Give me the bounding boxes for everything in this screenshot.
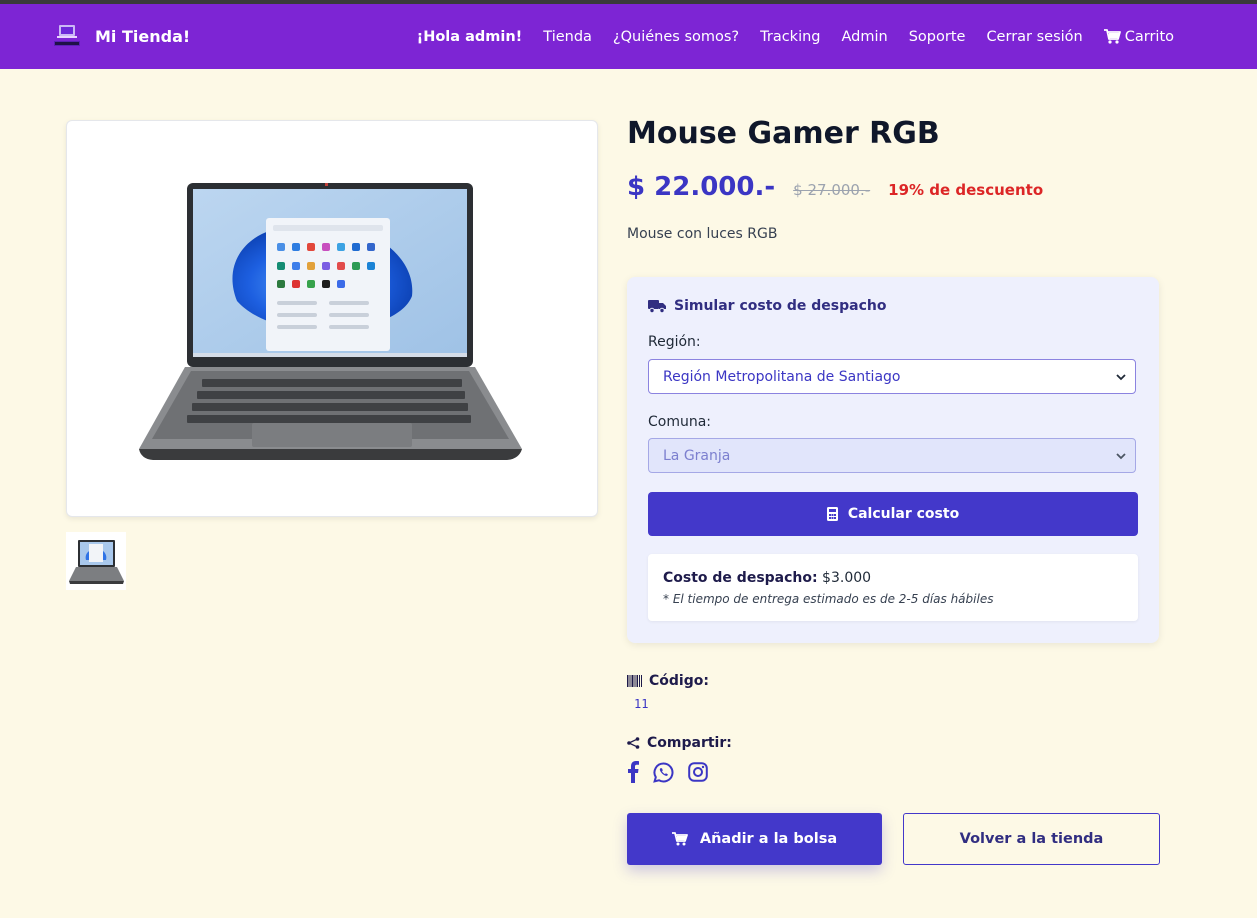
share-label: Compartir: [627, 735, 732, 751]
comuna-label: Comuna: [648, 414, 712, 430]
shipping-cost-value: $3.000 [817, 570, 872, 586]
brand-name[interactable]: Mi Tienda! [95, 27, 190, 46]
instagram-icon[interactable] [688, 762, 708, 782]
shipping-cost-label: Costo de despacho: [663, 570, 818, 586]
shipping-result: Costo de despacho: $3.000 * El tiempo de… [648, 554, 1138, 621]
truck-icon [648, 300, 666, 313]
nav-tracking[interactable]: Tracking [760, 29, 820, 45]
product-description: Mouse con luces RGB [627, 226, 778, 242]
product-price: $ 22.000.- [627, 172, 776, 202]
delivery-time-note: * El tiempo de entrega estimado es de 2-… [663, 592, 994, 606]
back-to-store-label: Volver a la tienda [959, 831, 1104, 847]
nav-cerrar-sesion[interactable]: Cerrar sesión [986, 29, 1082, 45]
cart-icon [1103, 29, 1121, 44]
laptop-thumbnail-image [69, 540, 124, 584]
nav-tienda[interactable]: Tienda [543, 29, 592, 45]
price-row: $ 22.000.- $ 27.000.- 19% de descuento [627, 172, 1043, 202]
nav-carrito-label: Carrito [1124, 28, 1174, 45]
laptop-image [139, 183, 522, 460]
share-icon [627, 737, 640, 749]
share-icons [627, 761, 708, 783]
nav-greeting[interactable]: ¡Hola admin! [417, 29, 523, 45]
discount-badge: 19% de descuento [888, 181, 1044, 199]
calculate-cost-button[interactable]: Calcular costo [648, 492, 1138, 536]
nav-carrito[interactable]: Carrito [1103, 28, 1174, 45]
shipping-simulator-title-text: Simular costo de despacho [674, 298, 887, 314]
cart-icon [671, 832, 688, 846]
nav-soporte[interactable]: Soporte [909, 29, 966, 45]
add-to-bag-label: Añadir a la bolsa [699, 831, 838, 847]
chevron-down-icon [1116, 453, 1126, 460]
calculator-icon [826, 507, 838, 521]
facebook-icon[interactable] [627, 761, 639, 783]
brand[interactable]: Mi Tienda! [53, 4, 190, 69]
shipping-cost-line: Costo de despacho: $3.000 [663, 570, 871, 586]
shipping-simulator-title: Simular costo de despacho [648, 298, 887, 314]
product-code-label: Código: [627, 673, 709, 689]
nav-admin[interactable]: Admin [842, 29, 888, 45]
product-code-label-text: Código: [649, 673, 709, 689]
back-to-store-button[interactable]: Volver a la tienda [903, 813, 1160, 865]
share-label-text: Compartir: [647, 735, 732, 751]
whatsapp-icon[interactable] [653, 761, 674, 783]
add-to-bag-button[interactable]: Añadir a la bolsa [627, 813, 882, 865]
product-main-image[interactable] [66, 120, 598, 517]
shipping-simulator-card: Simular costo de despacho Región: Región… [627, 277, 1159, 643]
comuna-select[interactable]: La Granja [648, 438, 1136, 473]
product-title: Mouse Gamer RGB [627, 116, 940, 151]
barcode-icon [627, 675, 642, 687]
region-select-value: Región Metropolitana de Santiago [663, 368, 901, 385]
product-old-price: $ 27.000.- [793, 181, 871, 199]
chevron-down-icon [1116, 374, 1126, 381]
nav-quienes-somos[interactable]: ¿Quiénes somos? [613, 29, 739, 45]
product-thumbnail[interactable] [66, 532, 126, 590]
region-select[interactable]: Región Metropolitana de Santiago [648, 359, 1136, 394]
brand-logo-icon [53, 23, 81, 51]
region-label: Región: [648, 334, 701, 350]
nav-links: ¡Hola admin! Tienda ¿Quiénes somos? Trac… [417, 4, 1174, 69]
product-code-value: 11 [634, 697, 649, 711]
calculate-cost-label: Calcular costo [847, 506, 960, 522]
navbar: Mi Tienda! ¡Hola admin! Tienda ¿Quiénes … [0, 4, 1257, 69]
comuna-select-value: La Granja [663, 447, 731, 464]
